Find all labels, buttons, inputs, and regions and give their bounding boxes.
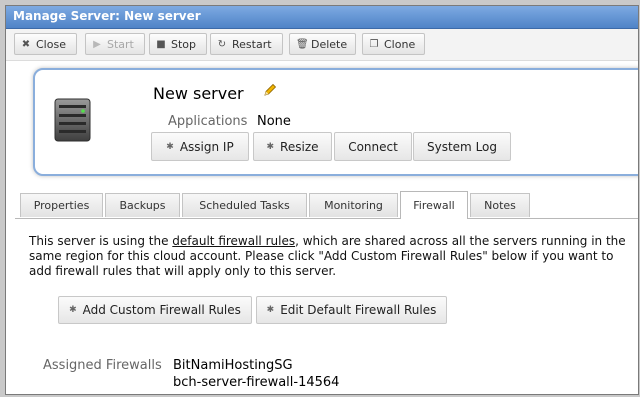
- edit-pencil-icon[interactable]: [263, 83, 277, 97]
- default-firewall-rules-link[interactable]: default firewall rules: [172, 234, 295, 248]
- restart-button[interactable]: ↻ Restart: [210, 33, 283, 55]
- trash-icon: 🗑: [296, 38, 309, 50]
- resize-button[interactable]: ✱ Resize: [253, 132, 332, 161]
- assigned-firewall-item: bch-server-firewall-14564: [173, 375, 340, 390]
- detail-tabs: Properties Backups Scheduled Tasks Monit…: [15, 190, 638, 219]
- gear-icon: ✱: [69, 305, 77, 315]
- add-custom-firewall-rules-button[interactable]: ✱ Add Custom Firewall Rules: [58, 296, 252, 324]
- server-icon: [54, 98, 91, 142]
- gear-icon: ✱: [266, 141, 275, 152]
- delete-button[interactable]: 🗑 Delete: [289, 33, 356, 55]
- restart-icon: ↻: [217, 38, 227, 50]
- tab-firewall[interactable]: Firewall: [400, 191, 468, 219]
- firewall-description: This server is using the default firewal…: [29, 234, 626, 278]
- manage-server-window: Manage Server: New server ✖ Close ▶ Start …: [5, 5, 639, 395]
- tab-monitoring[interactable]: Monitoring: [309, 193, 398, 217]
- applications-value: None: [257, 114, 291, 129]
- edit-default-firewall-rules-button[interactable]: ✱ Edit Default Firewall Rules: [256, 296, 447, 324]
- close-button[interactable]: ✖ Close: [14, 33, 77, 55]
- stop-icon: ■: [156, 38, 166, 50]
- system-log-button[interactable]: System Log: [413, 132, 511, 161]
- assigned-firewall-item: BitNamiHostingSG: [173, 358, 293, 373]
- connect-button[interactable]: Connect: [334, 132, 412, 161]
- gear-icon: ✱: [166, 141, 174, 152]
- stop-button[interactable]: ■ Stop: [149, 33, 207, 55]
- tab-scheduled-tasks[interactable]: Scheduled Tasks: [182, 193, 307, 217]
- close-icon: ✖: [21, 38, 31, 50]
- gear-icon: ✱: [266, 305, 275, 315]
- clone-button[interactable]: ❐ Clone: [362, 33, 425, 55]
- applications-label: Applications: [168, 114, 248, 129]
- server-name: New server: [153, 84, 244, 103]
- assign-ip-button[interactable]: ✱ Assign IP: [151, 132, 249, 161]
- tab-notes[interactable]: Notes: [470, 193, 530, 217]
- assigned-firewalls-label: Assigned Firewalls: [43, 358, 162, 373]
- start-button[interactable]: ▶ Start: [85, 33, 145, 55]
- tab-properties[interactable]: Properties: [20, 193, 103, 217]
- play-icon: ▶: [93, 38, 101, 50]
- tab-backups[interactable]: Backups: [105, 193, 180, 217]
- clone-icon: ❐: [369, 38, 379, 50]
- server-toolbar: ✖ Close ▶ Start ■ Stop ↻ Restart 🗑 Delete ❐ Cl…: [6, 29, 638, 61]
- window-title: Manage Server: New server: [13, 9, 201, 23]
- window-title-bar: Manage Server: New server: [6, 6, 638, 29]
